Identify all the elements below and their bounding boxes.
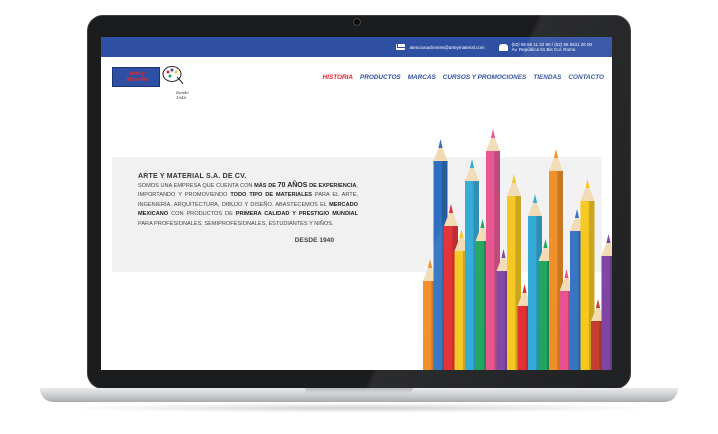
address-line: Av. República 51 Bis Col. Roma bbox=[511, 47, 576, 52]
desc-part: con productos de bbox=[168, 211, 236, 218]
pencil bbox=[601, 234, 612, 370]
logo-wordmark: Arte y Material bbox=[116, 71, 158, 83]
palette-mascot-icon bbox=[162, 66, 184, 85]
site-logo[interactable]: Arte y Material Desde 1940 bbox=[112, 65, 198, 101]
desc-bold: todo tipo de materiales bbox=[230, 192, 312, 199]
phone-icon bbox=[498, 43, 508, 51]
desc-bold: de experiencia bbox=[307, 183, 357, 189]
nav-cursos-promociones[interactable]: CURSOS Y PROMOCIONES bbox=[443, 74, 527, 81]
laptop-shadow bbox=[60, 403, 658, 413]
since-label: DESDE 1940 bbox=[294, 237, 334, 245]
company-name: ARTE Y MATERIAL S.A. DE CV. bbox=[138, 173, 247, 180]
email-contact[interactable]: atencionaclientes@arteymaterial.com bbox=[396, 44, 485, 50]
logo-badge: Arte y Material bbox=[112, 67, 160, 87]
site-header: Arte y Material Desde 1940 HISTORIA PROD… bbox=[101, 57, 612, 109]
nav-marcas[interactable]: MARCAS bbox=[408, 74, 436, 81]
desc-part: Somos una empresa que cuenta con bbox=[138, 183, 255, 189]
hero-section: ARTE Y MATERIAL S.A. DE CV. Somos una em… bbox=[101, 109, 612, 370]
colored-pencils-image bbox=[423, 129, 612, 370]
laptop-notch bbox=[305, 388, 413, 393]
phone-numbers: (52) 55 55 11 22 90 / (52) 55 5511 26 00… bbox=[512, 42, 592, 52]
contact-bar: atencionaclientes@arteymaterial.com (52)… bbox=[101, 37, 612, 57]
desc-bold-years: 70 años bbox=[277, 182, 308, 189]
desc-bold: primera calidad y prestigio mundial bbox=[235, 211, 358, 218]
nav-tiendas[interactable]: TIENDAS bbox=[533, 74, 561, 81]
main-nav: HISTORIA PRODUCTOS MARCAS CURSOS Y PROMO… bbox=[323, 74, 604, 81]
desc-part: para profesionales, semiprofesionales, e… bbox=[138, 220, 334, 227]
logo-line-2: Material bbox=[126, 77, 148, 83]
nav-productos[interactable]: PRODUCTOS bbox=[360, 74, 401, 81]
nav-contacto[interactable]: CONTACTO bbox=[568, 74, 604, 81]
email-link[interactable]: atencionaclientes@arteymaterial.com bbox=[409, 45, 484, 50]
desc-bold: más de bbox=[254, 183, 278, 189]
logo-since-script: Desde 1940 bbox=[176, 90, 189, 100]
laptop-screen: atencionaclientes@arteymaterial.com (52)… bbox=[101, 37, 612, 370]
mail-icon bbox=[396, 44, 406, 50]
about-text: ARTE Y MATERIAL S.A. DE CV. Somos una em… bbox=[138, 173, 358, 244]
webcam bbox=[353, 18, 361, 26]
company-description: Somos una empresa que cuenta con más de … bbox=[138, 181, 358, 229]
nav-historia[interactable]: HISTORIA bbox=[323, 74, 353, 81]
phone-contact: (52) 55 55 11 22 90 / (52) 55 5511 26 00… bbox=[498, 42, 592, 52]
